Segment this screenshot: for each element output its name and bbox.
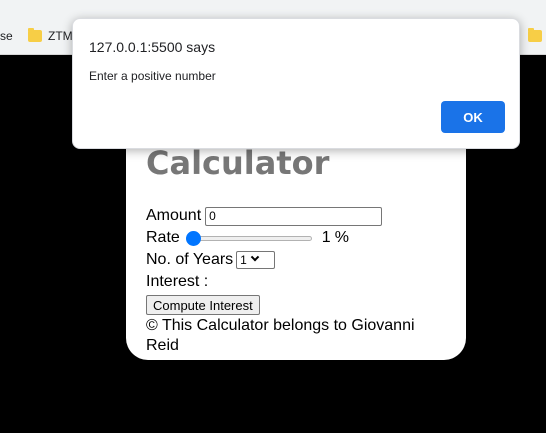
- bookmark-label: ZTM: [48, 29, 73, 43]
- interest-label: Interest :: [146, 273, 209, 290]
- rate-row: Rate 1 %: [146, 227, 446, 249]
- slider-track: [185, 236, 312, 241]
- slider-thumb[interactable]: [185, 231, 201, 246]
- amount-label: Amount: [146, 207, 202, 224]
- page-title: Calculator: [146, 144, 330, 182]
- amount-input[interactable]: [205, 206, 383, 226]
- rate-unit: %: [334, 229, 349, 246]
- years-selected-value: 1: [240, 253, 247, 267]
- chevron-down-icon: [250, 252, 260, 262]
- rate-label: Rate: [146, 229, 180, 246]
- years-select[interactable]: 1: [236, 251, 276, 269]
- bookmark-label: se: [0, 29, 13, 43]
- compute-interest-button[interactable]: Compute Interest: [146, 295, 260, 315]
- ok-button[interactable]: OK: [441, 101, 505, 133]
- years-row: No. of Years 1: [146, 249, 446, 271]
- years-label: No. of Years: [146, 251, 234, 268]
- bookmark-ztm[interactable]: ZTM: [28, 27, 73, 45]
- footer-credit: © This Calculator belongs to Giovanni Re…: [146, 316, 415, 354]
- folder-icon: [28, 28, 42, 42]
- interest-row: Interest :: [146, 271, 446, 293]
- folder-icon: [528, 28, 542, 42]
- dialog-message: Enter a positive number: [89, 69, 216, 83]
- amount-row: Amount: [146, 205, 446, 227]
- alert-dialog: 127.0.0.1:5500 says Enter a positive num…: [72, 18, 520, 149]
- rate-value: 1: [321, 229, 331, 246]
- bookmark-folder-right[interactable]: [528, 27, 542, 45]
- bookmark-partial-left[interactable]: se: [0, 27, 13, 45]
- calculator-form: Amount Rate 1 % No. of Years 1: [146, 205, 446, 356]
- rate-slider[interactable]: [185, 230, 312, 246]
- dialog-title: 127.0.0.1:5500 says: [89, 39, 216, 55]
